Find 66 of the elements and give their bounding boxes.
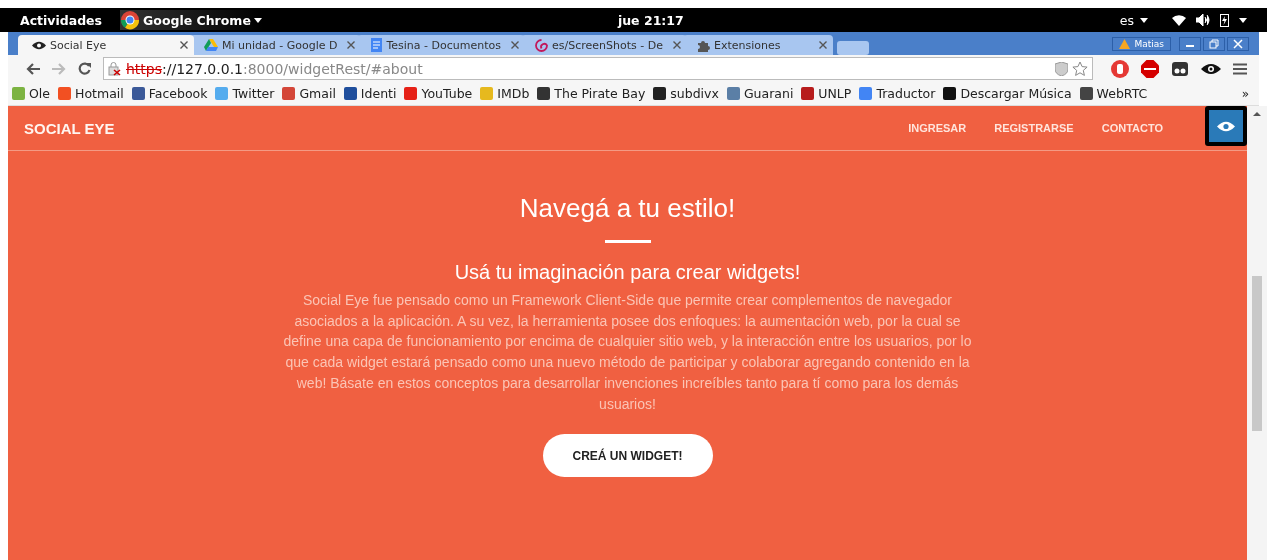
close-tab-icon[interactable] (180, 41, 188, 49)
back-icon[interactable] (26, 62, 40, 75)
profile-button[interactable]: Matias (1112, 36, 1171, 51)
insecure-lock-icon (108, 61, 122, 76)
activities-button[interactable]: Actividades (20, 12, 103, 28)
bookmark[interactable]: Traductor (859, 86, 936, 101)
bookmark[interactable]: Guarani (726, 86, 794, 101)
caret-icon (253, 17, 262, 23)
url-text: https://127.0.0.1:8000/widgetRest/#about (126, 60, 423, 77)
hero-title: Navegá a tu estilo! (519, 193, 736, 224)
hero-paragraph: Social Eye fue pensado como un Framework Client-Side que permite crear complementos de navegador asociados a la aplicación. A su vez, la herramienta posee dos enfoques: la aumentación web, por la cual se define una capa de funcionamiento por encima de cualquier sitio web, y la interacción entre los usuarios, por lo que cada widget estará pensado como una nuevo método de participar y colaborar agregando contenido en la web! Básate en estos conceptos para desarrollar invenciones increíbles tanto para tí como para los demás usuarios! (282, 291, 973, 414)
adblock-icon[interactable] (1141, 59, 1159, 78)
close-window-button[interactable] (1227, 36, 1249, 51)
close-tab-icon[interactable] (511, 41, 519, 49)
more-bookmarks-button[interactable]: » (1241, 86, 1249, 101)
hero-subtitle: Usá tu imaginación para crear widgets! (454, 261, 801, 284)
eye-button[interactable] (1205, 106, 1247, 146)
bookmark[interactable]: Twitter (215, 86, 275, 101)
bookmark[interactable]: IMDb (480, 86, 530, 101)
reload-icon[interactable] (78, 62, 91, 75)
eye-icon[interactable] (1201, 62, 1221, 75)
bookmark[interactable]: The Pirate Bay (537, 86, 646, 101)
bookmark[interactable]: UNLP (801, 86, 852, 101)
shield-icon[interactable] (1055, 61, 1068, 76)
warning-icon (1119, 38, 1131, 49)
create-widget-button[interactable]: CREÁ UN WIDGET! (542, 434, 713, 478)
eye-icon (32, 40, 46, 50)
bookmark[interactable]: Descargar Música (943, 86, 1072, 101)
swirl-icon (535, 38, 548, 52)
puzzle-icon (696, 38, 710, 52)
app-menu[interactable]: Google Chrome (120, 10, 262, 30)
caret-icon (1140, 17, 1148, 23)
clock[interactable]: jue 21:17 (617, 12, 684, 28)
close-icon (1233, 38, 1243, 49)
bookmark[interactable]: Identi (343, 86, 397, 101)
document-icon (371, 38, 383, 52)
eye-icon (1217, 120, 1235, 132)
minimize-icon (1186, 44, 1194, 47)
wifi-icon[interactable] (1172, 14, 1186, 26)
battery-icon[interactable] (1220, 13, 1229, 27)
bookmark[interactable]: WebRTC (1079, 86, 1148, 101)
bookmark[interactable]: Ole (12, 86, 50, 101)
bookmark[interactable]: YouTube (404, 86, 473, 101)
caret-icon[interactable] (1239, 17, 1247, 23)
close-tab-icon[interactable] (672, 41, 681, 49)
browser-tab[interactable]: Social Eye (18, 35, 194, 55)
browser-tab[interactable]: Extensiones (682, 35, 833, 55)
star-icon[interactable] (1072, 60, 1088, 77)
bookmark[interactable]: subdivx (653, 86, 719, 101)
bookmark[interactable]: Hotmail (58, 86, 124, 101)
volume-icon[interactable] (1196, 14, 1210, 26)
glasses-icon[interactable] (1171, 60, 1189, 77)
address-bar[interactable]: https://127.0.0.1:8000/widgetRest/#about (103, 57, 1093, 80)
close-tab-icon[interactable] (818, 41, 827, 49)
bookmark[interactable]: Gmail (282, 86, 336, 101)
chrome-logo-icon (120, 10, 141, 30)
close-tab-icon[interactable] (347, 41, 356, 49)
scrollbar[interactable] (1247, 106, 1267, 560)
bookmark[interactable]: Facebook (131, 86, 208, 101)
restore-button[interactable] (1203, 36, 1225, 51)
menu-icon[interactable] (1233, 62, 1247, 75)
minimize-button[interactable] (1179, 36, 1201, 51)
hand-icon[interactable] (1111, 59, 1129, 78)
restore-icon (1209, 38, 1219, 49)
triangle-icon (204, 39, 218, 51)
language-menu[interactable]: es (1119, 12, 1148, 28)
